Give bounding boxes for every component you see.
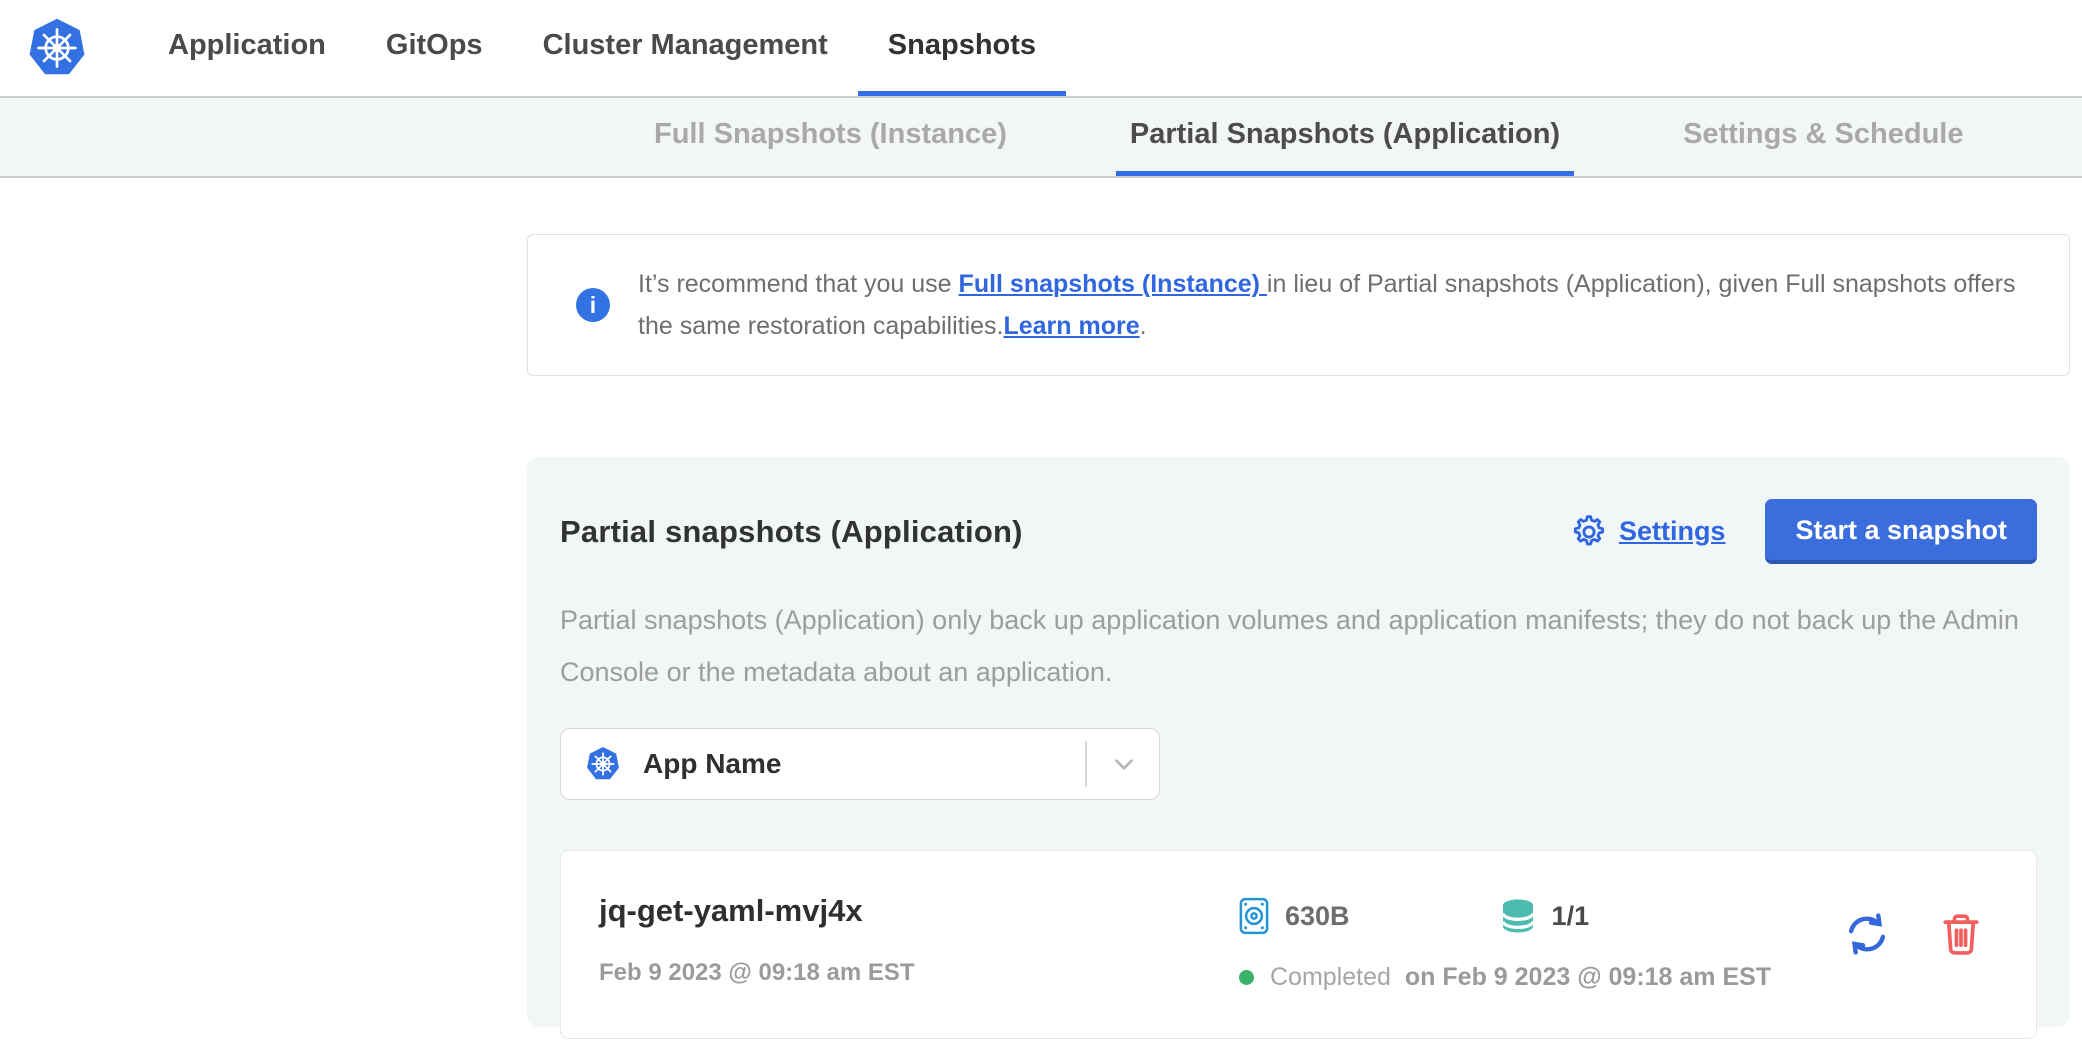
snapshot-volumes: 1/1 <box>1552 901 1590 932</box>
banner-text-before: It’s recommend that you use <box>638 270 959 298</box>
settings-link[interactable]: Settings <box>1571 514 1726 550</box>
learn-more-link[interactable]: Learn more <box>1003 312 1139 340</box>
tab-settings-schedule[interactable]: Settings & Schedule <box>1669 98 1977 176</box>
snapshot-name: jq-get-yaml-mvj4x <box>599 893 1239 929</box>
kubernetes-app-icon <box>585 746 621 782</box>
snapshot-started-date: Feb 9 2023 @ 09:18 am EST <box>599 959 1239 987</box>
snapshot-status: Completed on Feb 9 2023 @ 09:18 am EST <box>1239 963 1771 992</box>
snapshot-volumes-stat: 1/1 <box>1500 898 1590 934</box>
snapshot-info: jq-get-yaml-mvj4x Feb 9 2023 @ 09:18 am … <box>599 893 1239 987</box>
top-navbar: Application GitOps Cluster Management Sn… <box>0 0 2082 96</box>
status-label: Completed <box>1270 963 1391 992</box>
snapshot-actions <box>1844 893 2000 957</box>
panel-description: Partial snapshots (Application) only bac… <box>560 594 2037 698</box>
delete-snapshot-icon[interactable] <box>1938 911 1984 957</box>
settings-link-label: Settings <box>1619 516 1726 547</box>
tab-full-snapshots-instance[interactable]: Full Snapshots (Instance) <box>640 98 1021 176</box>
primary-nav: Application GitOps Cluster Management Sn… <box>138 0 1066 96</box>
snapshot-row: jq-get-yaml-mvj4x Feb 9 2023 @ 09:18 am … <box>560 850 2037 1039</box>
panel-title: Partial snapshots (Application) <box>560 514 1023 550</box>
snapshot-size-stat: 630B <box>1239 897 1350 935</box>
nav-item-snapshots[interactable]: Snapshots <box>858 0 1066 96</box>
nav-item-application[interactable]: Application <box>138 0 356 96</box>
panel-header: Partial snapshots (Application) Settings… <box>560 499 2037 564</box>
disk-icon <box>1239 897 1269 935</box>
snapshot-details: 630B 1/1 Completed <box>1239 893 1771 992</box>
status-dot-icon <box>1239 970 1254 985</box>
kubernetes-logo <box>16 0 98 96</box>
chevron-down-icon[interactable] <box>1109 749 1139 779</box>
selector-divider <box>1085 741 1087 787</box>
snapshot-stats: 630B 1/1 <box>1239 897 1771 935</box>
tab-partial-snapshots-application[interactable]: Partial Snapshots (Application) <box>1116 98 1574 176</box>
app-name-selector[interactable]: App Name <box>560 728 1160 800</box>
restore-snapshot-icon[interactable] <box>1844 911 1890 957</box>
snapshots-subtab-bar: Full Snapshots (Instance) Partial Snapsh… <box>0 96 2082 178</box>
snapshot-size: 630B <box>1285 901 1350 932</box>
panel-actions: Settings Start a snapshot <box>1571 499 2037 564</box>
gear-icon <box>1571 514 1607 550</box>
partial-snapshots-panel: Partial snapshots (Application) Settings… <box>527 457 2070 1027</box>
full-snapshots-instance-link[interactable]: Full snapshots (Instance) <box>959 270 1267 298</box>
nav-item-gitops[interactable]: GitOps <box>356 0 513 96</box>
database-icon <box>1500 898 1536 934</box>
info-icon: i <box>576 288 610 322</box>
recommendation-banner: i It’s recommend that you use Full snaps… <box>527 234 2070 376</box>
status-finished-date: on Feb 9 2023 @ 09:18 am EST <box>1405 963 1771 992</box>
nav-item-cluster-management[interactable]: Cluster Management <box>513 0 858 96</box>
banner-text: It’s recommend that you use Full snapsho… <box>638 263 2029 347</box>
app-name-value: App Name <box>643 748 781 780</box>
start-snapshot-button[interactable]: Start a snapshot <box>1765 499 2037 564</box>
banner-text-after: . <box>1140 312 1147 340</box>
